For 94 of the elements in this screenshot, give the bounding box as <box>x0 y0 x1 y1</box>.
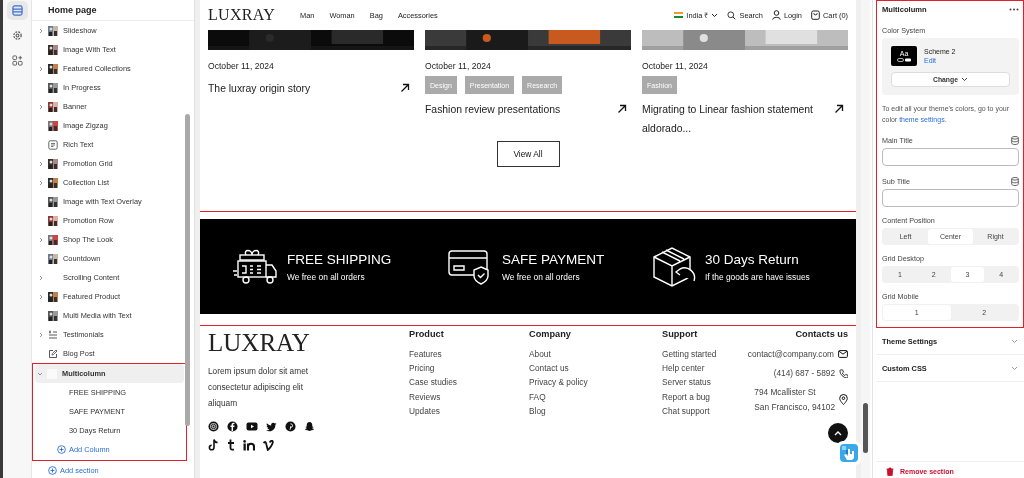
post-date: October 11, 2024 <box>642 61 709 71</box>
contact-text: 794 Mcallister St <box>754 386 817 400</box>
ghost-icon[interactable] <box>304 421 315 432</box>
view-all-button[interactable]: View All <box>496 141 560 167</box>
post-date: October 11, 2024 <box>208 61 275 71</box>
plus-icon <box>48 466 57 475</box>
apps-icon <box>11 55 23 66</box>
footer-link[interactable]: Features <box>409 347 529 362</box>
store-logo[interactable]: LUXRAY <box>208 6 275 24</box>
caret-icon <box>960 77 968 82</box>
post-date: October 11, 2024 <box>425 61 492 71</box>
footer-link[interactable]: Getting started <box>662 347 742 362</box>
chevron-icon <box>38 179 44 186</box>
post-title[interactable]: Migrating to Linear fashion statement aldorado... <box>642 100 835 138</box>
sections-tab[interactable] <box>6 1 28 20</box>
footer-link[interactable]: Updates <box>409 403 529 418</box>
scrollbar[interactable] <box>861 0 870 478</box>
footer-link[interactable]: Help center <box>662 361 742 376</box>
text-input[interactable] <box>882 189 1019 207</box>
contact-text: San Francisco, 94102 <box>754 400 836 414</box>
chevron-icon <box>38 103 44 110</box>
footer-heading: Product <box>409 329 445 339</box>
footer-link[interactable]: Reviews <box>409 389 529 404</box>
footer-heading: Contacts us <box>795 329 849 339</box>
footer-link[interactable]: Privacy & policy <box>529 375 662 390</box>
network-icon[interactable] <box>243 439 255 451</box>
chevron-icon <box>38 293 44 300</box>
footer-link[interactable]: Server status <box>662 375 742 390</box>
arrow-icon[interactable] <box>617 104 627 114</box>
post-title[interactable]: Fashion review presentations <box>425 100 561 119</box>
chevron-icon <box>1011 365 1018 371</box>
footer-heading: Company <box>529 329 572 339</box>
sidebar-title: Home page <box>48 5 97 15</box>
feature-title: FREE SHIPPING <box>287 251 392 267</box>
phone-icon <box>839 368 849 378</box>
chat-widget-icon[interactable] <box>837 441 861 465</box>
caret-icon <box>711 12 719 18</box>
chevron-icon <box>38 27 44 34</box>
swatch-pills-icon <box>897 58 911 62</box>
chevron-icon <box>38 331 44 338</box>
contact-text: contact@company.com <box>747 348 835 361</box>
feature-title: SAFE PAYMENT <box>502 251 605 267</box>
user-icon <box>771 10 781 20</box>
chevron-icon <box>1011 338 1018 344</box>
footer-link[interactable]: About <box>529 347 662 362</box>
layout-icon <box>11 5 23 16</box>
footer-link[interactable]: Case studies <box>409 375 529 390</box>
footer-link[interactable]: FAQ <box>529 389 662 404</box>
pin-icon[interactable] <box>285 421 296 432</box>
chevron-icon <box>38 274 44 281</box>
chevron-icon <box>38 160 44 167</box>
letter-t-icon[interactable] <box>227 439 235 451</box>
flag-icon <box>674 12 684 18</box>
bird-icon[interactable] <box>266 421 277 432</box>
bag-icon <box>810 10 820 20</box>
post-title[interactable]: The luxray origin story <box>208 79 311 98</box>
feature-text: We free on all orders <box>502 271 581 282</box>
footer-link[interactable]: Report a bug <box>662 389 742 404</box>
footer-heading: Support <box>662 329 699 339</box>
text-block-icon <box>48 139 58 150</box>
footer-logo[interactable]: LUXRAY <box>208 329 409 357</box>
music-note-icon[interactable] <box>208 439 219 451</box>
feature-text: We free on all orders <box>287 271 366 282</box>
text-input[interactable] <box>882 148 1019 166</box>
location-pin-icon <box>839 394 849 406</box>
letter-v-icon[interactable] <box>263 439 274 451</box>
footer-link[interactable]: Pricing <box>409 361 529 376</box>
mail-icon <box>838 350 849 359</box>
instagram-icon[interactable] <box>208 421 219 432</box>
chevron-icon <box>38 65 44 72</box>
database-icon[interactable] <box>1011 177 1019 186</box>
footer-link[interactable]: Chat support <box>662 403 742 418</box>
chevron-icon <box>37 370 43 377</box>
search-icon <box>727 10 737 20</box>
more-icon[interactable] <box>1009 7 1019 11</box>
footer-link[interactable]: Blog <box>529 403 662 418</box>
settings-icon <box>11 30 23 41</box>
facebook-icon[interactable] <box>227 421 238 432</box>
chevron-icon <box>38 236 44 243</box>
footer-link[interactable]: Contact us <box>529 361 662 376</box>
arrow-icon[interactable] <box>400 83 410 93</box>
edit-icon <box>48 348 58 359</box>
plus-icon <box>57 445 66 454</box>
arrow-icon[interactable] <box>834 104 845 114</box>
caret-up-icon <box>834 430 842 436</box>
video-play-icon[interactable] <box>246 421 258 432</box>
trash-icon <box>886 466 894 476</box>
feature-title: 30 Days Return <box>705 251 800 267</box>
footer-description: Lorem ipsum dolor sit amet consectetur adipiscing elit aliquam <box>208 365 310 410</box>
database-icon[interactable] <box>1011 136 1019 145</box>
list-icon <box>48 329 58 340</box>
feature-text: If the goods are have issues <box>705 271 810 282</box>
contact-text: (414) 687 - 5892 <box>773 367 836 381</box>
box-return-icon <box>650 244 696 289</box>
